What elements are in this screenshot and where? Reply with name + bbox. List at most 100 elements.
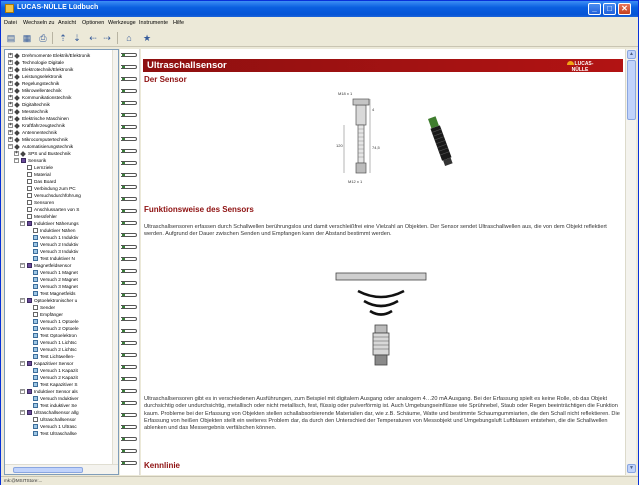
- topic-icon: [14, 87, 20, 94]
- menu-wechseln-zu[interactable]: Wechseln zu: [23, 20, 54, 26]
- menu-ansicht[interactable]: Ansicht: [58, 20, 76, 26]
- content-scroll-thumb[interactable]: [627, 60, 636, 120]
- spiral-ring: [121, 53, 137, 57]
- minimize-button[interactable]: _: [588, 3, 601, 15]
- spiral-ring: [121, 65, 137, 69]
- spiral-ring: [121, 209, 137, 213]
- expand-icon[interactable]: +: [8, 95, 13, 100]
- expand-icon[interactable]: +: [14, 151, 19, 156]
- tree-item-label: Test Optoelektron: [40, 333, 77, 338]
- tree-item-label: Kapazitiver Sensor: [34, 361, 74, 366]
- maximize-button[interactable]: □: [603, 3, 616, 15]
- book-icon: [27, 221, 32, 226]
- expand-icon[interactable]: +: [8, 74, 13, 79]
- collapse-icon[interactable]: −: [20, 298, 25, 303]
- up-icon[interactable]: ⇡: [57, 32, 69, 44]
- save-icon[interactable]: ▦: [21, 32, 33, 44]
- scroll-down-arrow[interactable]: ▼: [627, 464, 636, 473]
- collapse-icon[interactable]: −: [20, 389, 25, 394]
- topic-icon: [14, 73, 20, 80]
- tree-item-label: Versuch 1 Lichtsc: [40, 340, 77, 345]
- page-icon: [27, 200, 32, 205]
- collapse-icon[interactable]: −: [20, 221, 25, 226]
- expand-icon[interactable]: +: [8, 60, 13, 65]
- show-hide-icon[interactable]: ▤: [5, 32, 17, 44]
- page-icon: [33, 417, 38, 422]
- expand-icon[interactable]: +: [8, 88, 13, 93]
- down-icon[interactable]: ⇣: [71, 32, 83, 44]
- drawing-label-diameter: M12 x 1: [348, 179, 363, 184]
- collapse-icon[interactable]: −: [14, 158, 19, 163]
- print-icon[interactable]: ⎙: [37, 32, 49, 44]
- back-icon[interactable]: ⇠: [87, 32, 99, 44]
- tree-item-label: Induktiver Nähen: [40, 228, 76, 233]
- spiral-ring: [121, 281, 137, 285]
- collapse-icon[interactable]: −: [20, 361, 25, 366]
- navigation-tree[interactable]: + Drehmomente Elektrik/Elektronik + Technol…: [4, 49, 119, 475]
- tree-item-label: Lernziele: [34, 165, 54, 170]
- favorites-icon[interactable]: ★: [141, 32, 153, 44]
- expand-icon[interactable]: +: [8, 109, 13, 114]
- experiment-icon: [33, 270, 38, 275]
- tree-item-label: Messtechnik: [22, 109, 49, 114]
- spiral-ring: [121, 269, 137, 273]
- expand-icon[interactable]: +: [8, 116, 13, 121]
- tree-item-label: Sensorik: [28, 158, 47, 163]
- tree-vertical-scrollbar[interactable]: [112, 50, 118, 464]
- notebook-spiral: [120, 49, 140, 475]
- expand-icon[interactable]: +: [8, 123, 13, 128]
- expand-icon[interactable]: +: [8, 130, 13, 135]
- title-bar[interactable]: LUCAS-NÜLLE Lüdbuch _ □ ✕: [1, 1, 638, 17]
- tree-item-label: Kommunikationstechnik: [22, 95, 72, 100]
- menu-optionen[interactable]: Optionen: [82, 20, 104, 26]
- tree-item-label: Anschlussarten von S: [34, 207, 80, 212]
- drawing-label-dim: 4: [372, 107, 375, 112]
- expand-icon[interactable]: +: [8, 53, 13, 58]
- expand-icon[interactable]: +: [8, 67, 13, 72]
- spiral-ring: [121, 233, 137, 237]
- tree-item-label: Ultraschallsensor allg: [34, 410, 79, 415]
- tree-item-label: Test Lichtwellen-: [40, 354, 75, 359]
- content-vertical-scrollbar[interactable]: ▲ ▼: [625, 49, 636, 475]
- spiral-ring: [121, 221, 137, 225]
- tree-item-label: Versuch 2 Kapazit: [40, 375, 78, 380]
- experiment-icon: [33, 256, 38, 261]
- tree-item-label: Regelungstechnik: [22, 81, 60, 86]
- menu-werkzeuge[interactable]: Werkzeuge: [108, 20, 136, 26]
- tree-item-label: Automatisierungstechnik: [22, 144, 74, 149]
- scroll-up-arrow[interactable]: ▲: [627, 50, 636, 59]
- tree-item-label: Ultraschallsensor: [40, 417, 76, 422]
- spiral-ring: [121, 293, 137, 297]
- topic-icon: [14, 115, 20, 122]
- expand-icon[interactable]: +: [8, 102, 13, 107]
- tree-horizontal-scrollbar[interactable]: [5, 464, 118, 474]
- menu-instrumente[interactable]: Instrumente: [139, 20, 168, 26]
- collapse-icon[interactable]: −: [8, 144, 13, 149]
- tree-item-label: Versuch 3 Magnet: [40, 284, 78, 289]
- expand-icon[interactable]: +: [8, 137, 13, 142]
- spiral-ring: [121, 377, 137, 381]
- tree-scroll-thumb[interactable]: [13, 467, 83, 473]
- page-icon: [33, 305, 38, 310]
- experiment-icon: [33, 333, 38, 338]
- spiral-ring: [121, 449, 137, 453]
- tree-item-label: Empfänger: [40, 312, 63, 317]
- section-heading-funktionsweise: Funktionsweise des Sensors: [144, 205, 254, 214]
- book-icon: [27, 410, 32, 415]
- topic-icon: [14, 52, 20, 59]
- close-button[interactable]: ✕: [618, 3, 631, 15]
- paragraph-ausfuehrungen: Ultraschallsensoren gibt es in verschied…: [144, 396, 620, 432]
- spiral-ring: [121, 77, 137, 81]
- menu-hilfe[interactable]: Hilfe: [173, 20, 184, 26]
- app-icon: [5, 4, 14, 13]
- home-icon[interactable]: ⌂: [123, 32, 135, 44]
- expand-icon[interactable]: +: [8, 81, 13, 86]
- collapse-icon[interactable]: −: [20, 410, 25, 415]
- forward-icon[interactable]: ⇢: [101, 32, 113, 44]
- experiment-icon: [33, 375, 38, 380]
- experiment-icon: [33, 403, 38, 408]
- collapse-icon[interactable]: −: [20, 263, 25, 268]
- spiral-ring: [121, 113, 137, 117]
- tree-item-label: Elektrotechnik/Elektronik: [22, 67, 74, 72]
- menu-datei[interactable]: Datei: [4, 20, 17, 26]
